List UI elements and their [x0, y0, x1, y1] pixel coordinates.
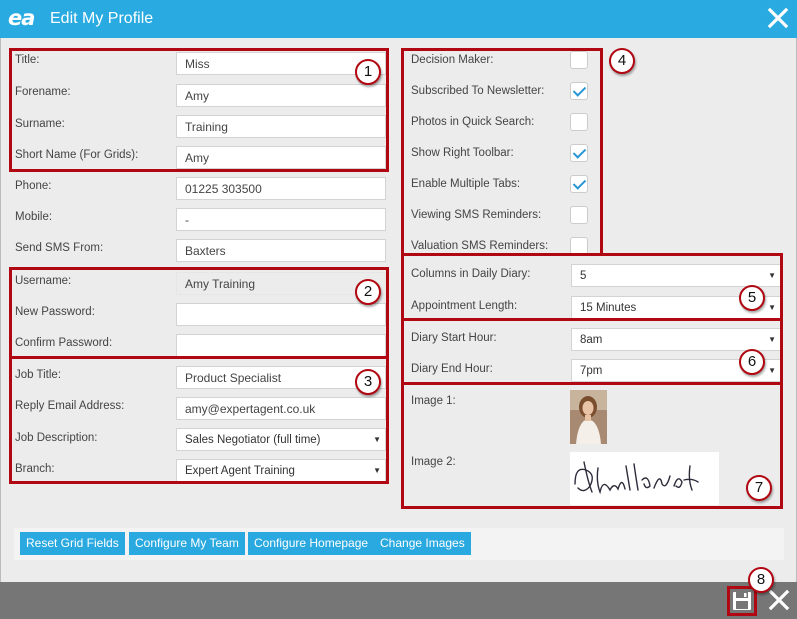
diary-end-value: 7pm — [580, 365, 603, 377]
columns-daily-diary-label: Columns in Daily Diary: — [411, 268, 531, 280]
show-right-toolbar-label: Show Right Toolbar: — [411, 147, 514, 159]
surname-input[interactable]: Training — [176, 115, 386, 138]
new-password-input[interactable] — [176, 303, 386, 326]
enable-multiple-tabs-checkbox[interactable] — [570, 175, 588, 193]
new-password-label: New Password: — [15, 306, 95, 318]
configure-homepage-button[interactable]: Configure Homepage — [248, 532, 375, 555]
valuation-sms-reminders-label: Valuation SMS Reminders: — [411, 240, 549, 252]
title-label: Title: — [15, 54, 40, 66]
triangle-down-icon: ▼ — [768, 366, 776, 375]
signature-image[interactable] — [570, 452, 719, 505]
viewing-sms-reminders-checkbox[interactable] — [570, 206, 588, 224]
triangle-down-icon: ▼ — [373, 466, 381, 475]
sms-from-label: Send SMS From: — [15, 242, 104, 254]
callout-badge-5: 5 — [739, 285, 765, 311]
title-bar: ea Edit My Profile — [0, 0, 797, 38]
branch-select[interactable]: Expert Agent Training ▼ — [176, 459, 386, 482]
mobile-label: Mobile: — [15, 211, 53, 223]
triangle-down-icon: ▼ — [768, 271, 776, 280]
callout-badge-8: 8 — [748, 567, 774, 593]
sms-from-input[interactable]: Baxters — [176, 239, 386, 262]
triangle-down-icon: ▼ — [373, 435, 381, 444]
diary-start-label: Diary Start Hour: — [411, 332, 497, 344]
valuation-sms-reminders-checkbox[interactable] — [570, 237, 588, 255]
callout-badge-6: 6 — [739, 349, 765, 375]
forename-label: Forename: — [15, 86, 71, 98]
profile-photo[interactable] — [570, 390, 607, 444]
subscribed-to-newsletter-checkbox[interactable] — [570, 82, 588, 100]
callout-badge-3: 3 — [355, 369, 381, 395]
username-label: Username: — [15, 275, 72, 287]
phone-input[interactable]: 01225 303500 — [176, 177, 386, 200]
action-button-bar: Reset Grid Fields Configure My Team Conf… — [14, 528, 784, 560]
columns-daily-diary-value: 5 — [580, 270, 587, 282]
columns-daily-diary-select[interactable]: 5 ▼ — [571, 264, 781, 287]
job-description-value: Sales Negotiator (full time) — [185, 434, 321, 446]
photos-in-quick-search-checkbox[interactable] — [570, 113, 588, 131]
callout-badge-4: 4 — [609, 48, 635, 74]
close-icon[interactable] — [768, 589, 790, 611]
reset-grid-fields-button[interactable]: Reset Grid Fields — [20, 532, 125, 555]
callout-badge-1: 1 — [355, 59, 381, 85]
viewing-sms-reminders-label: Viewing SMS Reminders: — [411, 209, 542, 221]
surname-label: Surname: — [15, 118, 65, 130]
job-title-label: Job Title: — [15, 369, 62, 381]
image2-label: Image 2: — [411, 456, 456, 468]
photos-in-quick-search-label: Photos in Quick Search: — [411, 116, 535, 128]
image1-label: Image 1: — [411, 395, 456, 407]
enable-multiple-tabs-label: Enable Multiple Tabs: — [411, 178, 521, 190]
diary-start-value: 8am — [580, 334, 603, 346]
diary-start-select[interactable]: 8am ▼ — [571, 328, 781, 351]
callout-badge-7: 7 — [746, 475, 772, 501]
phone-label: Phone: — [15, 180, 52, 192]
diary-end-label: Diary End Hour: — [411, 363, 493, 375]
appointment-length-value: 15 Minutes — [580, 302, 637, 314]
close-icon[interactable] — [767, 7, 789, 29]
confirm-password-input[interactable] — [176, 334, 386, 357]
appointment-length-label: Appointment Length: — [411, 300, 518, 312]
triangle-down-icon: ▼ — [768, 303, 776, 312]
dialog-title: Edit My Profile — [50, 10, 154, 27]
decision-maker-checkbox[interactable] — [570, 51, 588, 69]
app-logo: ea — [8, 6, 35, 30]
change-images-button[interactable]: Change Images — [374, 532, 471, 555]
short-name-label: Short Name (For Grids): — [15, 149, 139, 161]
callout-badge-2: 2 — [355, 279, 381, 305]
branch-value: Expert Agent Training — [185, 465, 295, 477]
subscribed-to-newsletter-label: Subscribed To Newsletter: — [411, 85, 545, 97]
configure-my-team-button[interactable]: Configure My Team — [129, 532, 245, 555]
branch-label: Branch: — [15, 463, 55, 475]
triangle-down-icon: ▼ — [768, 335, 776, 344]
confirm-password-label: Confirm Password: — [15, 337, 113, 349]
reply-email-label: Reply Email Address: — [15, 400, 125, 412]
show-right-toolbar-checkbox[interactable] — [570, 144, 588, 162]
forename-input[interactable]: Amy — [176, 84, 386, 107]
short-name-input[interactable]: Amy — [176, 146, 386, 169]
reply-email-input[interactable]: amy@expertagent.co.uk — [176, 397, 386, 420]
mobile-input[interactable]: - — [176, 208, 386, 231]
profile-form: Title: Miss Forename: Amy Surname: Train… — [0, 38, 797, 582]
dialog-footer — [0, 582, 797, 619]
decision-maker-label: Decision Maker: — [411, 54, 494, 66]
job-description-label: Job Description: — [15, 432, 98, 444]
job-description-select[interactable]: Sales Negotiator (full time) ▼ — [176, 428, 386, 451]
